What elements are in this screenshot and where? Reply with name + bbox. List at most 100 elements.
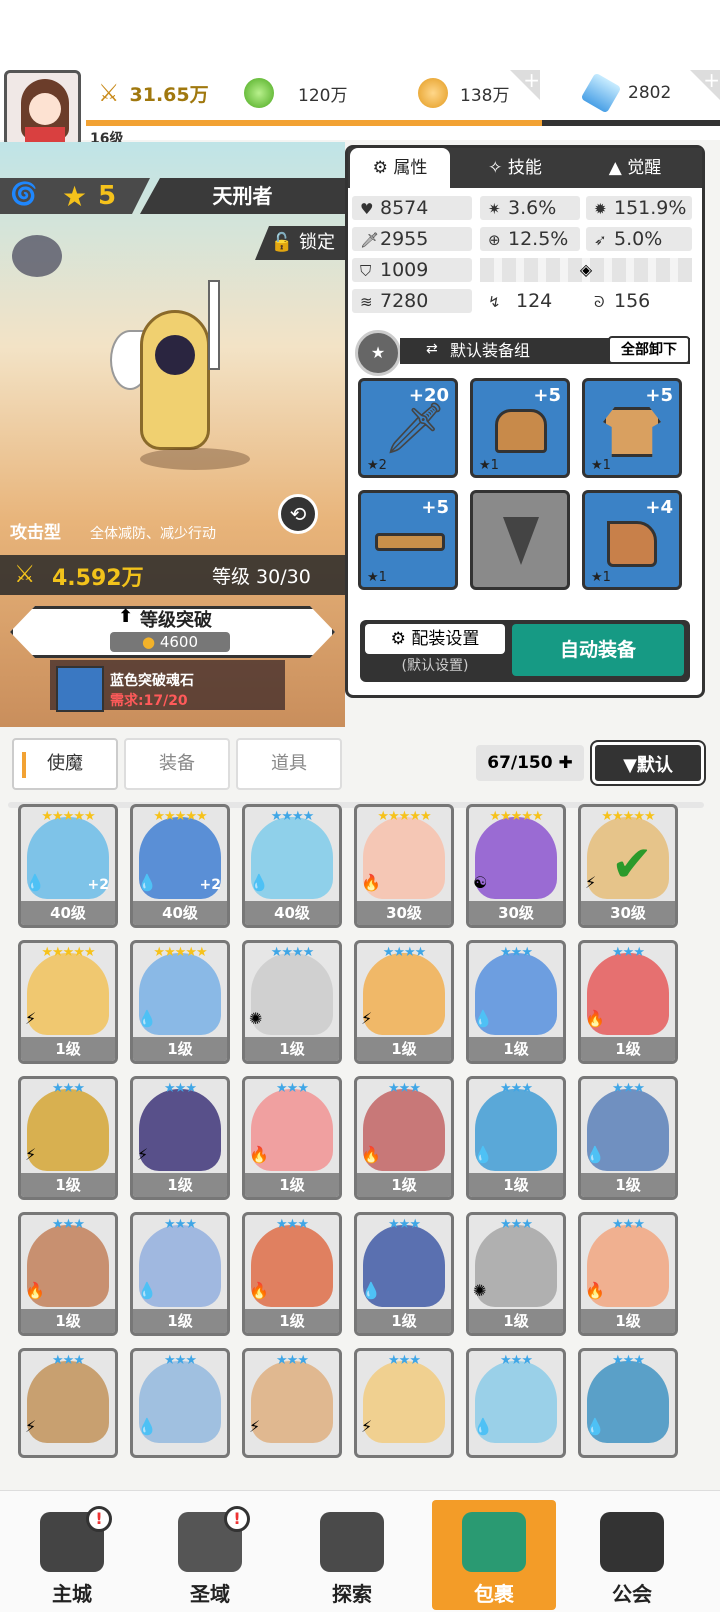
skill-icon: ✧ bbox=[488, 158, 508, 178]
element-icon: 💧 bbox=[249, 873, 269, 892]
equip-slot-helmet[interactable]: +5 ★1 bbox=[470, 378, 570, 478]
tab-label: 属性 bbox=[393, 158, 428, 178]
sword bbox=[208, 280, 220, 370]
familiar-card[interactable]: ★★★ 🔥 1级 bbox=[578, 1212, 678, 1336]
bag-icon bbox=[462, 1512, 526, 1572]
familiar-card[interactable]: ★★★ 💧 1级 bbox=[466, 1076, 566, 1200]
familiar-card[interactable]: ★★★★★ 💧 +2 40级 bbox=[18, 804, 118, 928]
soul-stone-icon[interactable] bbox=[56, 666, 104, 712]
nav-bag[interactable]: 包裹 bbox=[432, 1500, 556, 1610]
star-rating: ★★★★ bbox=[270, 809, 315, 824]
capacity-count[interactable]: 67/150 ✚ bbox=[476, 745, 584, 781]
config-button[interactable]: ⚙ 配装设置 bbox=[365, 624, 505, 654]
slot-level: +5 bbox=[645, 385, 673, 406]
crossed-swords-icon: ⚔ bbox=[14, 560, 36, 588]
familiar-card[interactable]: ★★★★★ 💧 1级 bbox=[130, 940, 230, 1064]
familiar-card[interactable]: ★★★ 💧 bbox=[466, 1348, 566, 1458]
unequip-all-button[interactable]: 全部卸下 bbox=[608, 336, 690, 364]
sort-button[interactable]: ▼默认 bbox=[590, 740, 706, 786]
nav-home[interactable]: 主城! bbox=[22, 1500, 122, 1610]
star-rating: ★★★ bbox=[500, 945, 533, 960]
element-icon: 🔥 bbox=[25, 1281, 45, 1300]
familiar-card[interactable]: ★★★ ⚡ bbox=[18, 1348, 118, 1458]
attribute-icon: ⚙ bbox=[372, 158, 394, 178]
stat-value: 3.6% bbox=[508, 197, 557, 219]
star-rating: ★★★ bbox=[276, 1353, 309, 1368]
slot-level: +5 bbox=[421, 497, 449, 518]
familiar-card[interactable]: ★★★ 🔥 1级 bbox=[18, 1212, 118, 1336]
gold-resource[interactable]: 138万 bbox=[418, 74, 509, 112]
auto-equip-button[interactable]: 自动装备 bbox=[512, 624, 684, 676]
familiar-card[interactable]: ★★★ ⚡ bbox=[242, 1348, 342, 1458]
familiar-card[interactable]: ★★★★ ✺ 1级 bbox=[242, 940, 342, 1064]
familiar-portrait bbox=[27, 1089, 109, 1171]
lock-button[interactable]: 🔓 锁定 bbox=[255, 226, 345, 260]
familiar-level: 1级 bbox=[581, 1037, 675, 1061]
hero-type: 攻击型 bbox=[10, 523, 61, 543]
familiar-card[interactable]: ★★★★★ ⚡ 1级 bbox=[18, 940, 118, 1064]
star-rating: ★★★★★ bbox=[153, 945, 207, 960]
familiar-card[interactable]: ★★★ ⚡ bbox=[354, 1348, 454, 1458]
familiar-card[interactable]: ★★★ 🔥 1级 bbox=[242, 1076, 342, 1200]
player-avatar[interactable] bbox=[4, 70, 81, 147]
equip-slot-armor[interactable]: +5 ★1 bbox=[582, 378, 682, 478]
element-icon: ⚡ bbox=[25, 1009, 37, 1028]
green-resource[interactable]: 120万 bbox=[244, 74, 347, 112]
wind-icon: ≋ bbox=[360, 293, 373, 311]
bag-tab-equipment[interactable]: 装备 bbox=[124, 738, 230, 790]
armor-icon bbox=[603, 407, 661, 457]
guild-icon bbox=[600, 1512, 664, 1572]
familiar-portrait bbox=[27, 1361, 109, 1443]
green-value: 120万 bbox=[298, 85, 348, 106]
familiar-card[interactable]: ★★★ 💧 1级 bbox=[466, 940, 566, 1064]
familiar-card[interactable]: ★★★ 💧 1级 bbox=[578, 1076, 678, 1200]
element-icon: 🔥 bbox=[361, 1145, 381, 1164]
familiar-card[interactable]: ★★★ 💧 bbox=[578, 1348, 678, 1458]
familiar-card[interactable]: ★★★ ⚡ 1级 bbox=[18, 1076, 118, 1200]
familiar-card[interactable]: ★★★★★ 💧 +2 40级 bbox=[130, 804, 230, 928]
tab-attributes[interactable]: ⚙ 属性 bbox=[350, 148, 450, 188]
tab-skills[interactable]: ✧ 技能 bbox=[460, 148, 570, 188]
familiar-card[interactable]: ★★★★ ⚡ 1级 bbox=[354, 940, 454, 1064]
gem-resource[interactable]: 2802 bbox=[580, 72, 671, 114]
familiar-card[interactable]: ★★★ 💧 bbox=[130, 1348, 230, 1458]
alert-badge: ! bbox=[86, 1506, 112, 1532]
nav-label: 探索 bbox=[332, 1582, 372, 1606]
necklace-icon bbox=[503, 517, 539, 565]
hero-body bbox=[140, 310, 210, 450]
familiar-card[interactable]: ★★★★ 💧 40级 bbox=[242, 804, 342, 928]
equip-slot-boots[interactable]: +4 ★1 bbox=[582, 490, 682, 590]
familiar-card[interactable]: ★★★★★ 🔥 30级 bbox=[354, 804, 454, 928]
nav-sanctuary[interactable]: 圣域! bbox=[160, 1500, 260, 1610]
tab-awaken[interactable]: ▲ 觉醒 bbox=[580, 148, 690, 188]
element-icon: 💧 bbox=[473, 1145, 493, 1164]
familiar-card[interactable]: ★★★ 🔥 1级 bbox=[242, 1212, 342, 1336]
element-icon: 💧 bbox=[137, 873, 157, 892]
rotate-view-button[interactable]: ⟲ bbox=[278, 494, 318, 534]
nav-explore[interactable]: 探索 bbox=[302, 1500, 402, 1610]
element-icon: 🔥 bbox=[249, 1145, 269, 1164]
familiar-card[interactable]: ★★★ 🔥 1级 bbox=[354, 1076, 454, 1200]
familiar-card[interactable]: ★★★★★ ☯ 30级 bbox=[466, 804, 566, 928]
nav-guild[interactable]: 公会 bbox=[582, 1500, 682, 1610]
locked-skill-icon[interactable] bbox=[12, 235, 62, 277]
equip-slot-necklace-empty[interactable] bbox=[470, 490, 570, 590]
familiar-level: 1级 bbox=[357, 1037, 451, 1061]
bag-tab-items[interactable]: 道具 bbox=[236, 738, 342, 790]
bag-tab-familiar[interactable]: 使魔 bbox=[12, 738, 118, 790]
equip-set-icon[interactable]: ★ bbox=[355, 330, 401, 376]
star-rating: ★★★ bbox=[52, 1081, 85, 1096]
familiar-card[interactable]: ★★★ 🔥 1级 bbox=[578, 940, 678, 1064]
star-rating: ★★★ bbox=[388, 1353, 421, 1368]
familiar-card[interactable]: ★★★ 💧 1级 bbox=[354, 1212, 454, 1336]
element-icon: 💧 bbox=[473, 1009, 493, 1028]
star-rating: ★★★★★ bbox=[601, 809, 655, 824]
info-strip[interactable]: ◈ bbox=[480, 258, 692, 282]
familiar-card[interactable]: ★★★ ✺ 1级 bbox=[466, 1212, 566, 1336]
equip-slot-weapon[interactable]: +20 🗡 ★2 bbox=[358, 378, 458, 478]
familiar-card[interactable]: ★★★ ⚡ 1级 bbox=[130, 1076, 230, 1200]
equip-slot-belt[interactable]: +5 ★1 bbox=[358, 490, 458, 590]
familiar-card[interactable]: ★★★★★ ⚡ ✔ 30级 bbox=[578, 804, 678, 928]
element-icon: 💧 bbox=[585, 1417, 605, 1436]
familiar-card[interactable]: ★★★ 💧 1级 bbox=[130, 1212, 230, 1336]
